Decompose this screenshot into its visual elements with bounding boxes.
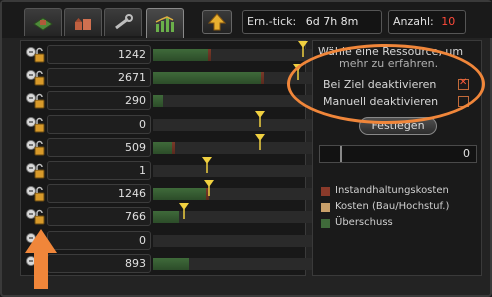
- legend-swatch-surplus: [321, 219, 330, 228]
- resource-progress-track: [153, 110, 323, 131]
- resource-progress-track: [153, 180, 323, 201]
- upkeep-bar: [172, 141, 176, 154]
- resource-amount: 2671: [47, 68, 151, 88]
- slider-value: 0: [463, 147, 470, 160]
- target-marker-icon[interactable]: [255, 133, 266, 150]
- target-slider[interactable]: 0: [319, 145, 477, 163]
- surplus-bar: [153, 211, 179, 224]
- lock-icon[interactable]: [25, 139, 49, 157]
- target-marker-icon[interactable]: [255, 110, 266, 127]
- target-marker-icon[interactable]: [204, 180, 215, 197]
- lock-icon[interactable]: [25, 46, 49, 64]
- resource-amount: 0: [47, 114, 151, 134]
- buildings-icon: [75, 17, 91, 30]
- resource-amount: 290: [47, 91, 151, 111]
- resource-amount: 1242: [47, 45, 151, 64]
- surplus-bar: [153, 72, 264, 85]
- surplus-bar: [153, 257, 189, 270]
- resource-progress-track: [153, 234, 323, 247]
- legend-swatch-costs: [321, 203, 330, 212]
- production-window: Ern.-tick: 6d 7h 8m Anzahl: 10 1242 2671 2…: [0, 0, 492, 297]
- top-bar: Ern.-tick: 6d 7h 8m Anzahl: 10: [2, 2, 492, 38]
- overview-icon: [33, 16, 53, 31]
- upgrade-button[interactable]: [202, 10, 232, 34]
- tab-buildings[interactable]: [64, 8, 102, 36]
- surplus-bar: [153, 49, 211, 61]
- lock-icon[interactable]: [25, 116, 49, 134]
- resource-row[interactable]: 766: [25, 203, 323, 227]
- resource-row[interactable]: 1246: [25, 180, 323, 204]
- harvest-tick-label: Ern.-tick:: [247, 15, 297, 28]
- target-marker-icon[interactable]: [297, 41, 308, 57]
- resource-row[interactable]: 0: [25, 230, 323, 251]
- upkeep-bar: [207, 49, 211, 61]
- surplus-bar: [153, 141, 173, 154]
- target-marker-icon[interactable]: [202, 157, 213, 173]
- resource-progress-track: [153, 157, 323, 177]
- upgrade-arrow-icon: [207, 13, 227, 31]
- resource-row[interactable]: 290: [25, 91, 323, 111]
- tab-statistics[interactable]: [146, 8, 184, 38]
- resource-amount: 766: [47, 207, 151, 227]
- bar-chart-icon: [155, 15, 174, 32]
- count-label: Anzahl:: [393, 15, 434, 28]
- lock-icon[interactable]: [25, 185, 49, 203]
- lock-icon[interactable]: [25, 92, 49, 110]
- count-field: Anzahl: 10: [388, 10, 466, 34]
- resource-row[interactable]: 1: [25, 157, 323, 181]
- resource-amount: 1: [47, 161, 151, 180]
- surplus-bar: [153, 95, 164, 108]
- legend-swatch-upkeep: [321, 187, 330, 196]
- highlight-ellipse: [287, 44, 485, 124]
- resource-progress-track: [153, 133, 323, 154]
- resource-progress-track: [153, 203, 323, 224]
- tab-tools[interactable]: [104, 8, 142, 36]
- harvest-tick-value: 6d 7h 8m: [305, 15, 359, 28]
- resource-amount: 893: [47, 253, 151, 273]
- resource-progress-track: [153, 257, 323, 270]
- slider-handle[interactable]: [340, 146, 342, 162]
- target-marker-icon[interactable]: [178, 203, 189, 220]
- lock-icon[interactable]: [25, 69, 49, 87]
- count-value: 10: [441, 15, 456, 28]
- upkeep-bar: [260, 72, 264, 85]
- resource-amount: 509: [47, 137, 151, 157]
- resource-progress-track: [153, 41, 323, 61]
- resource-row[interactable]: 1242: [25, 41, 323, 65]
- resource-amount: 0: [47, 230, 151, 250]
- lock-icon[interactable]: [25, 208, 49, 226]
- resource-list: 1242 2671 290 0 509 1 1246 766 0 893: [20, 40, 323, 276]
- wrench-icon: [115, 13, 133, 29]
- harvest-tick-field: Ern.-tick: 6d 7h 8m: [242, 10, 382, 34]
- resource-row[interactable]: 2671: [25, 64, 323, 88]
- legend-upkeep-label: Instandhaltungskosten: [335, 185, 449, 196]
- surplus-bar: [153, 188, 210, 201]
- legend-surplus-label: Überschuss: [335, 217, 393, 228]
- resource-row[interactable]: 509: [25, 133, 323, 158]
- resource-amount: 1246: [47, 184, 151, 204]
- resource-row[interactable]: 0: [25, 110, 323, 135]
- tab-overview[interactable]: [24, 8, 62, 36]
- highlight-arrow-icon: [25, 229, 57, 289]
- resource-row[interactable]: 893: [25, 253, 323, 274]
- legend-costs-label: Kosten (Bau/Hochstuf.): [335, 201, 450, 212]
- lock-icon[interactable]: [25, 162, 49, 180]
